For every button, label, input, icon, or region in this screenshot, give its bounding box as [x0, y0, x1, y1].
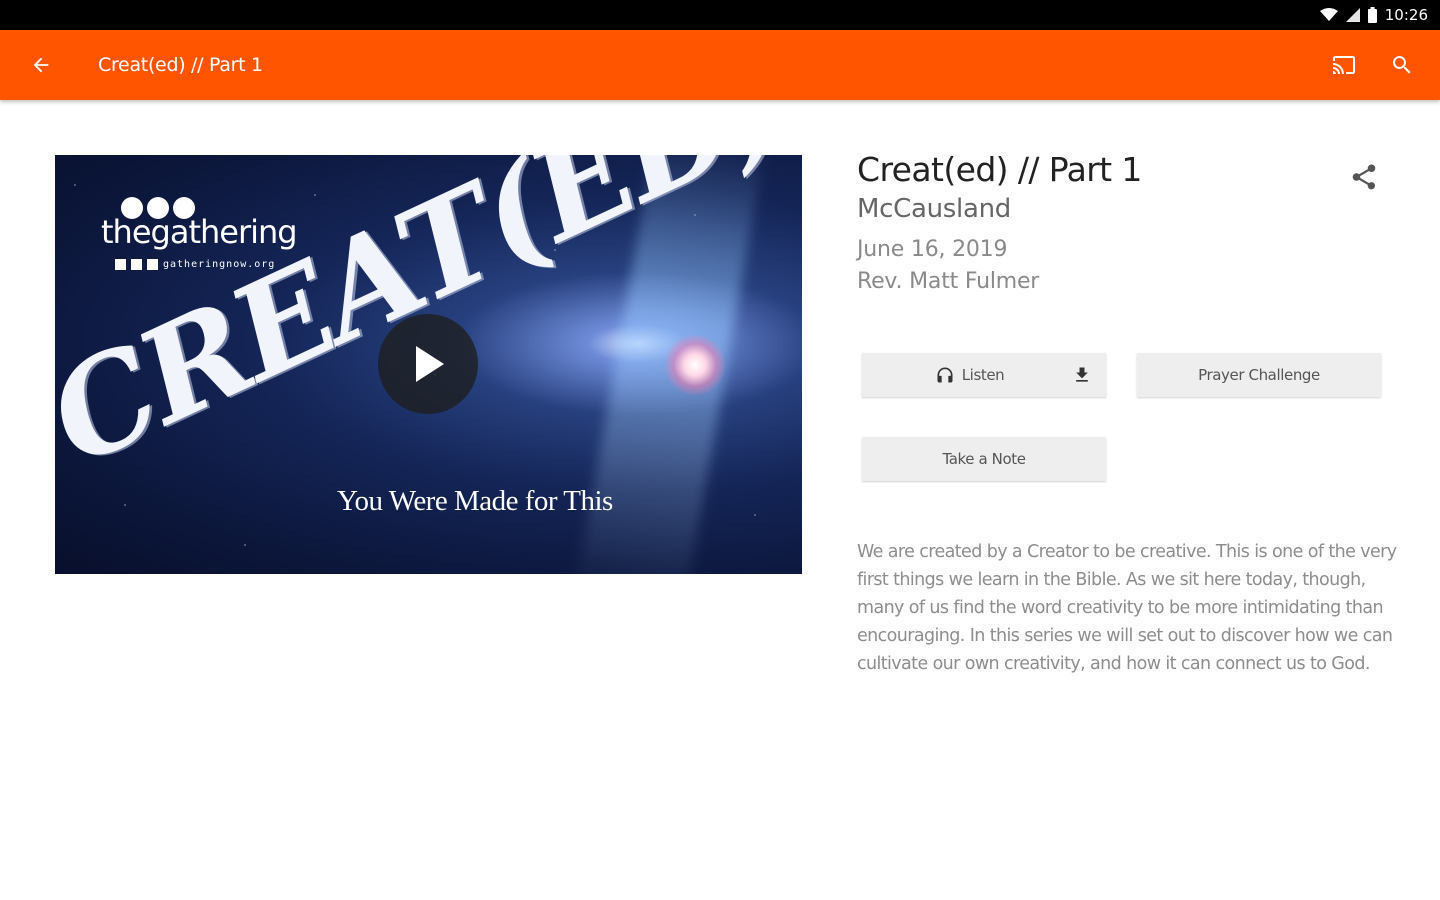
share-button[interactable]	[1343, 156, 1385, 198]
download-icon	[1076, 367, 1088, 382]
artwork-glow	[665, 335, 725, 395]
app-bar-actions	[1324, 45, 1422, 85]
sermon-date: June 16, 2019	[857, 237, 1008, 262]
sermon-speaker: Rev. Matt Fulmer	[857, 269, 1040, 294]
cast-button[interactable]	[1324, 45, 1364, 85]
prayer-challenge-button[interactable]: Prayer Challenge	[1137, 353, 1381, 397]
back-arrow-icon	[33, 57, 49, 73]
signal-icon	[1345, 8, 1360, 22]
share-icon	[1352, 164, 1376, 190]
app-bar: Creat(ed) // Part 1	[0, 30, 1440, 100]
app-bar-title: Creat(ed) // Part 1	[98, 54, 263, 76]
facebook-icon	[115, 259, 126, 270]
battery-icon	[1367, 7, 1377, 23]
sermon-details: Creat(ed) // Part 1 McCausland June 16, …	[857, 150, 1397, 298]
sermon-description: We are created by a Creator to be creati…	[857, 542, 1397, 674]
status-time: 10:26	[1384, 6, 1428, 24]
brand-name: thegathering	[101, 213, 298, 251]
search-button[interactable]	[1382, 45, 1422, 85]
listen-main: Listen	[934, 365, 1005, 385]
instagram-icon	[147, 259, 158, 270]
play-button[interactable]	[378, 314, 478, 414]
status-bar: 10:26	[0, 0, 1440, 30]
video-player[interactable]: thegathering gatheringnow.org CREAT(ED) …	[55, 155, 802, 574]
download-button[interactable]	[1072, 364, 1092, 390]
twitter-icon	[131, 259, 142, 270]
listen-button[interactable]: Listen	[862, 353, 1106, 397]
sermon-title: Creat(ed) // Part 1	[857, 150, 1142, 189]
listen-label: Listen	[961, 366, 1005, 384]
play-icon	[416, 346, 444, 382]
back-button[interactable]	[20, 44, 62, 86]
artwork-tagline: You Were Made for This	[337, 485, 613, 517]
cast-icon	[1333, 56, 1355, 74]
sermon-series: McCausland	[857, 194, 1011, 224]
headphones-icon	[937, 367, 953, 383]
take-a-note-button[interactable]: Take a Note	[862, 437, 1106, 481]
search-icon	[1392, 56, 1411, 74]
wifi-icon	[1319, 8, 1338, 22]
